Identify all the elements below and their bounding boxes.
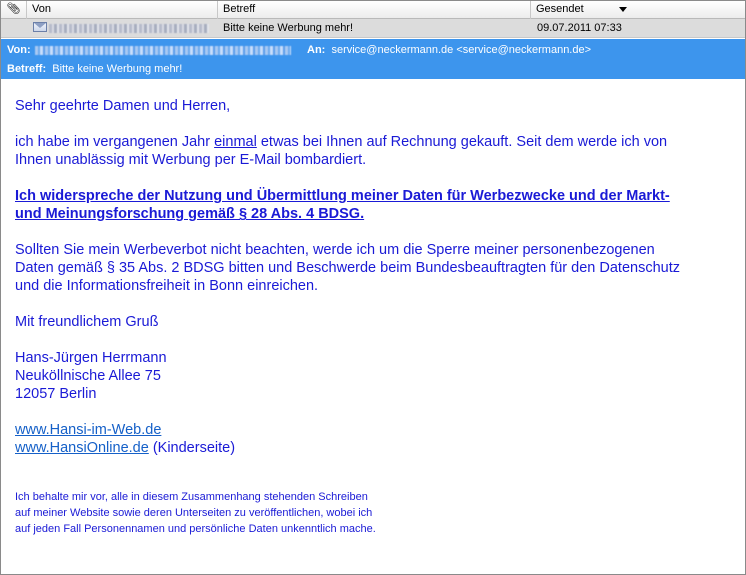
signature-city: 12057 Berlin bbox=[15, 386, 97, 402]
paragraph-objection: Ich widerspreche der Nutzung und Übermit… bbox=[15, 187, 739, 223]
column-subject-label: Betreff bbox=[223, 3, 256, 15]
p1-text-start: ich habe im vergangenen Jahr bbox=[15, 134, 215, 150]
subject-label: Betreff: bbox=[7, 63, 47, 75]
from-label: Von: bbox=[7, 44, 31, 56]
disclaimer-line1: Ich behalte mir vor, alle in diesem Zusa… bbox=[15, 491, 368, 503]
p3-line3: und die Informationsfreiheit in Bonn ein… bbox=[15, 278, 319, 294]
paperclip-icon: 📎︎ bbox=[6, 3, 21, 15]
mail-viewer: 📎︎ Von Betreff Gesendet Bitte keine Werb… bbox=[0, 0, 746, 575]
website-link-2[interactable]: www.HansiOnline.de bbox=[15, 440, 149, 456]
column-from[interactable]: Von bbox=[27, 1, 218, 19]
p3-line1: Sollten Sie mein Werbeverbot nicht beach… bbox=[15, 242, 655, 258]
p1-text-line2: Ihnen unablässig mit Werbung per E-Mail … bbox=[15, 152, 367, 168]
signature-street: Neuköllnische Allee 75 bbox=[15, 368, 161, 384]
closing: Mit freundlichem Gruß bbox=[15, 314, 159, 330]
paragraph-warning: Sollten Sie mein Werbeverbot nicht beach… bbox=[15, 241, 739, 295]
to-address[interactable]: service@neckermann.de <service@neckerman… bbox=[331, 44, 591, 56]
disclaimer-line3: auf jeden Fall Personennamen und persönl… bbox=[15, 523, 376, 535]
message-sent-date: 09.07.2011 07:33 bbox=[537, 22, 622, 34]
from-line: Von: bbox=[7, 42, 291, 58]
message-list-header: 📎︎ Von Betreff Gesendet bbox=[1, 1, 745, 19]
greeting: Sehr geehrte Damen und Herren, bbox=[15, 98, 231, 114]
signature-name: Hans-Jürgen Herrmann bbox=[15, 350, 167, 366]
to-label: An: bbox=[307, 44, 326, 56]
envelope-icon bbox=[33, 22, 47, 32]
p2-line1: Ich widerspreche der Nutzung und Übermit… bbox=[15, 188, 670, 204]
disclaimer: Ich behalte mir vor, alle in diesem Zusa… bbox=[15, 489, 739, 537]
column-from-label: Von bbox=[32, 3, 51, 15]
redacted-sender bbox=[49, 24, 209, 33]
message-header: Von: An: service@neckermann.de <service@… bbox=[1, 39, 745, 79]
subject-value: Bitte keine Werbung mehr! bbox=[52, 63, 183, 75]
website-link-1[interactable]: www.Hansi-im-Web.de bbox=[15, 422, 161, 438]
p2-line2: und Meinungsforschung gemäß § 28 Abs. 4 … bbox=[15, 206, 365, 222]
link2-suffix: (Kinderseite) bbox=[148, 440, 236, 456]
message-list-row[interactable]: Bitte keine Werbung mehr! 09.07.2011 07:… bbox=[1, 19, 745, 38]
p1-underlined-word: einmal bbox=[214, 134, 257, 150]
signature: Hans-Jürgen Herrmann Neuköllnische Allee… bbox=[15, 349, 739, 403]
to-line: An: service@neckermann.de <service@necke… bbox=[307, 42, 591, 58]
p3-line2: Daten gemäß § 35 Abs. 2 BDSG bitten und … bbox=[15, 260, 680, 276]
paragraph-purchase: ich habe im vergangenen Jahr einmal etwa… bbox=[15, 133, 739, 169]
column-attachment[interactable]: 📎︎ bbox=[1, 1, 27, 19]
message-body: Sehr geehrte Damen und Herren, ich habe … bbox=[15, 97, 739, 537]
column-subject[interactable]: Betreff bbox=[218, 1, 531, 19]
message-subject: Bitte keine Werbung mehr! bbox=[223, 22, 354, 34]
redacted-from-address bbox=[34, 45, 291, 55]
disclaimer-line2: auf meiner Website sowie deren Unterseit… bbox=[15, 507, 373, 519]
subject-line: Betreff: Bitte keine Werbung mehr! bbox=[7, 61, 182, 77]
p1-text-rest: etwas bei Ihnen auf Rechnung gekauft. Se… bbox=[256, 134, 668, 150]
sort-descending-icon bbox=[619, 7, 627, 12]
column-sent-label: Gesendet bbox=[536, 3, 584, 15]
column-sent[interactable]: Gesendet bbox=[531, 1, 745, 19]
links: www.Hansi-im-Web.de www.HansiOnline.de (… bbox=[15, 421, 739, 457]
